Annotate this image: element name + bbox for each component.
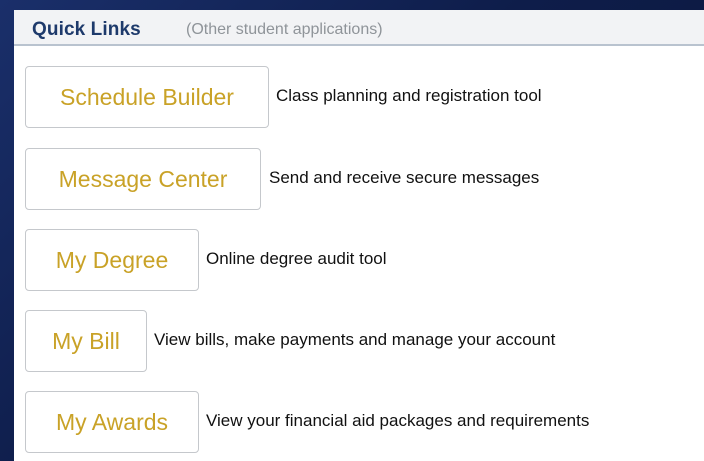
schedule-builder-description: Class planning and registration tool [276, 86, 542, 105]
message-center-description: Send and receive secure messages [269, 168, 540, 187]
quick-links-panel: Quick Links (Other student applications)… [14, 10, 704, 461]
my-bill-button[interactable]: My Bill [25, 310, 147, 372]
message-center-button[interactable]: Message Center [25, 148, 261, 210]
panel-title: Quick Links [32, 19, 141, 40]
panel-subtitle: (Other student applications) [186, 21, 383, 38]
my-degree-description: Online degree audit tool [206, 249, 387, 268]
my-bill-description: View bills, make payments and manage you… [154, 330, 556, 349]
my-awards-button[interactable]: My Awards [25, 391, 199, 453]
panel-header: Quick Links (Other student applications) [14, 10, 704, 46]
schedule-builder-button[interactable]: Schedule Builder [25, 66, 269, 128]
my-degree-button[interactable]: My Degree [25, 229, 199, 291]
my-awards-description: View your financial aid packages and req… [206, 411, 590, 430]
